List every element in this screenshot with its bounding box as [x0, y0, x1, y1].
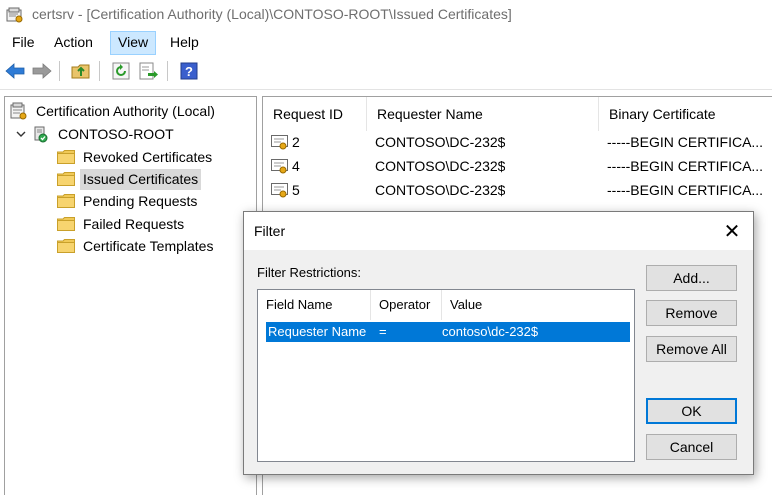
- cell-requester-name: CONTOSO\DC-232$: [375, 158, 506, 174]
- ca-server-icon: [34, 126, 48, 143]
- folder-icon: [57, 217, 75, 231]
- cell-request-id: 5: [292, 182, 300, 198]
- cell-binary-certificate: -----BEGIN CERTIFICA...: [607, 134, 764, 150]
- certificate-icon: [271, 183, 288, 198]
- forward-arrow-icon: [32, 63, 52, 79]
- forward-button[interactable]: [31, 60, 53, 82]
- cell-request-id: 4: [292, 158, 300, 174]
- list-item[interactable]: Requester Name = contoso\dc-232$: [266, 322, 630, 342]
- toolbar-separator: [167, 61, 168, 81]
- filter-restrictions-label: Filter Restrictions:: [257, 265, 362, 280]
- ok-button[interactable]: OK: [646, 398, 737, 424]
- table-row[interactable]: 2 CONTOSO\DC-232$ -----BEGIN CERTIFICA..…: [263, 130, 772, 154]
- tree-root[interactable]: Certification Authority (Local): [9, 100, 218, 122]
- tree-item-issued[interactable]: Issued Certificates: [57, 168, 202, 190]
- help-icon: ?: [180, 62, 198, 80]
- menu-file[interactable]: File: [5, 31, 42, 55]
- tree-item-contoso-root[interactable]: CONTOSO-ROOT: [15, 123, 177, 145]
- remove-all-button[interactable]: Remove All: [646, 336, 737, 362]
- toolbar-separator: [99, 61, 100, 81]
- cell-request-id: 2: [292, 134, 300, 150]
- tree-ca-label: CONTOSO-ROOT: [58, 125, 174, 142]
- remove-button[interactable]: Remove: [646, 300, 737, 326]
- cell-requester-name: CONTOSO\DC-232$: [375, 182, 506, 198]
- close-button[interactable]: ✕: [717, 216, 747, 246]
- up-level-button[interactable]: [70, 60, 92, 82]
- folder-icon: [57, 172, 75, 186]
- export-list-button[interactable]: [138, 60, 160, 82]
- tree-item-pending[interactable]: Pending Requests: [57, 190, 200, 212]
- folder-icon: [57, 239, 75, 253]
- tree-root-label: Certification Authority (Local): [36, 102, 215, 119]
- refresh-button[interactable]: [110, 60, 132, 82]
- export-list-icon: [139, 62, 158, 80]
- column-header-request-id[interactable]: Request ID: [263, 97, 367, 131]
- cell-requester-name: CONTOSO\DC-232$: [375, 134, 506, 150]
- dialog-title: Filter: [254, 223, 286, 239]
- tree-item-label: Revoked Certificates: [83, 148, 213, 165]
- tree-item-label: Certificate Templates: [83, 237, 214, 254]
- tree-item-revoked[interactable]: Revoked Certificates: [57, 146, 215, 168]
- console-tree: Certification Authority (Local) CONTOSO-…: [4, 96, 257, 495]
- restriction-field-name: Requester Name: [268, 324, 367, 339]
- folder-icon: [57, 150, 75, 164]
- certificate-icon: [271, 159, 288, 174]
- cancel-button[interactable]: Cancel: [646, 434, 737, 460]
- back-arrow-icon: [5, 63, 25, 79]
- certificate-authority-icon: [10, 102, 27, 120]
- add-button[interactable]: Add...: [646, 265, 737, 291]
- cell-binary-certificate: -----BEGIN CERTIFICA...: [607, 158, 764, 174]
- menu-action[interactable]: Action: [47, 31, 100, 55]
- help-button[interactable]: ?: [178, 60, 200, 82]
- menu-bar: File Action View Help: [0, 29, 772, 55]
- filter-dialog: Filter ✕ Filter Restrictions: Field Name…: [243, 211, 754, 475]
- filter-restrictions-list[interactable]: Field Name Operator Value Requester Name…: [257, 289, 635, 462]
- toolbar: ?: [0, 57, 772, 87]
- table-row[interactable]: 4 CONTOSO\DC-232$ -----BEGIN CERTIFICA..…: [263, 154, 772, 178]
- column-header-binary-certificate[interactable]: Binary Certificate: [599, 97, 772, 131]
- column-header-operator[interactable]: Operator: [371, 290, 442, 320]
- tree-item-label: Issued Certificates: [80, 168, 202, 190]
- window-title: certsrv - [Certification Authority (Loca…: [32, 6, 512, 22]
- tree-item-failed[interactable]: Failed Requests: [57, 213, 187, 235]
- up-folder-icon: [71, 64, 90, 79]
- cell-binary-certificate: -----BEGIN CERTIFICA...: [607, 182, 764, 198]
- chevron-down-icon[interactable]: [15, 128, 27, 140]
- toolbar-separator: [59, 61, 60, 81]
- help-glyph: ?: [185, 64, 193, 79]
- folder-icon: [57, 194, 75, 208]
- toolbar-divider: [0, 89, 772, 90]
- column-header-requester-name[interactable]: Requester Name: [367, 97, 599, 131]
- certsrv-icon: [6, 7, 23, 23]
- close-icon: ✕: [723, 220, 741, 243]
- menu-view[interactable]: View: [110, 31, 157, 55]
- back-button[interactable]: [4, 60, 26, 82]
- dialog-title-bar: Filter ✕: [244, 212, 753, 250]
- restriction-value: contoso\dc-232$: [442, 324, 539, 339]
- menu-help[interactable]: Help: [163, 31, 206, 55]
- column-header-value[interactable]: Value: [442, 290, 634, 320]
- tree-item-label: Pending Requests: [83, 192, 198, 209]
- certificate-icon: [271, 135, 288, 150]
- tree-item-label: Failed Requests: [83, 215, 185, 232]
- table-row[interactable]: 5 CONTOSO\DC-232$ -----BEGIN CERTIFICA..…: [263, 178, 772, 202]
- column-header-field-name[interactable]: Field Name: [258, 290, 371, 320]
- restriction-operator: =: [379, 324, 387, 339]
- title-bar: certsrv - [Certification Authority (Loca…: [0, 0, 772, 30]
- refresh-icon: [112, 62, 130, 80]
- tree-item-templates[interactable]: Certificate Templates: [57, 235, 216, 257]
